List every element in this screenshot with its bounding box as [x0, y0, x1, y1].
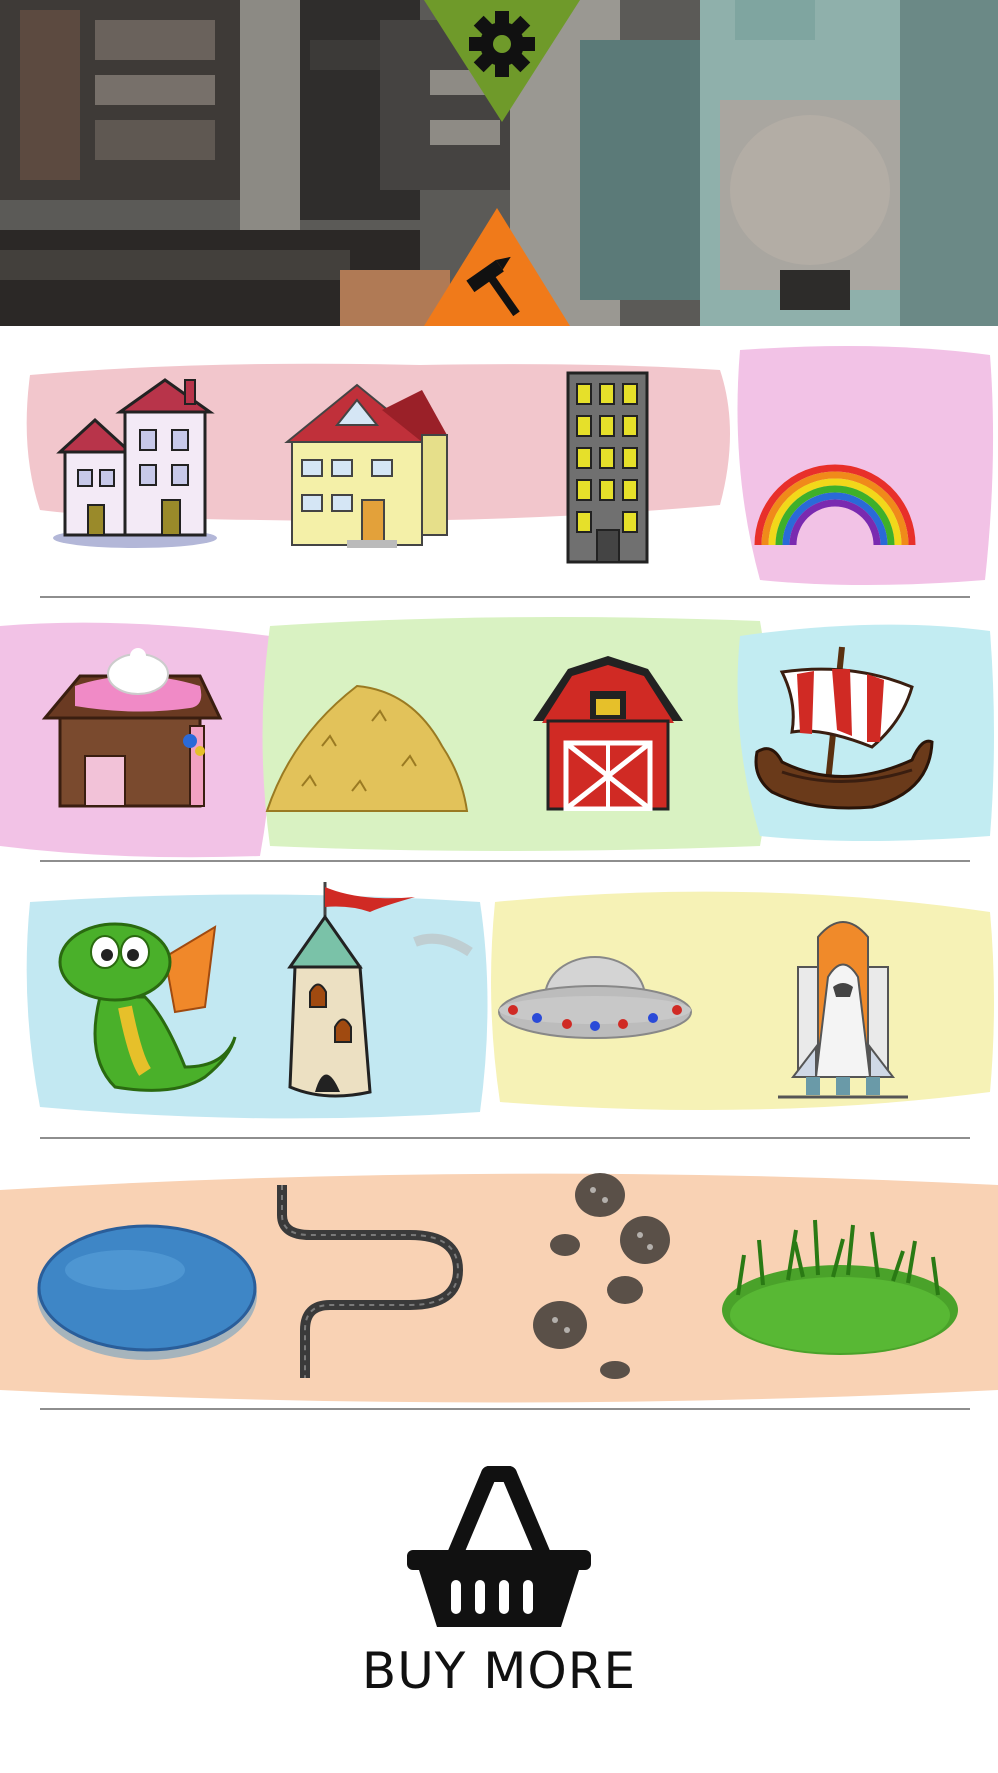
settings-button[interactable]	[424, 0, 580, 122]
dragon-icon	[58, 922, 237, 1092]
row-divider-2	[40, 860, 970, 862]
row-divider-4	[40, 1408, 970, 1410]
gingerbread-house-icon	[41, 648, 223, 808]
rainbow-icon	[754, 464, 916, 546]
ufo-icon	[498, 956, 692, 1039]
road-icon	[277, 1185, 464, 1378]
rainbow-item[interactable]	[750, 410, 920, 550]
grass-icon	[722, 1219, 958, 1355]
buy-more-button[interactable]: BUY MORE	[349, 1462, 649, 1712]
palette-row-1	[0, 340, 998, 600]
gingerbread-house-item[interactable]	[40, 646, 225, 821]
aerial-map-view[interactable]	[0, 0, 998, 326]
palette-row-2	[0, 606, 998, 866]
hammer-icon	[424, 208, 570, 326]
build-button[interactable]	[424, 208, 570, 326]
road-item[interactable]	[270, 1180, 470, 1380]
viking-ship-item[interactable]	[752, 642, 937, 817]
castle-tower-item[interactable]	[280, 877, 420, 1102]
row-divider-3	[40, 1137, 970, 1139]
row-divider-1	[40, 596, 970, 598]
barn-icon	[533, 656, 683, 811]
haystack-icon	[265, 684, 469, 812]
palette-row-4	[0, 1150, 998, 1420]
basket-icon	[407, 1466, 591, 1627]
grass-item[interactable]	[718, 1215, 963, 1360]
footprints-icon	[533, 1173, 670, 1379]
gear-icon	[424, 0, 580, 122]
footprints-item[interactable]	[525, 1165, 675, 1385]
space-shuttle-item[interactable]	[778, 907, 908, 1102]
villa-icon	[284, 383, 448, 548]
space-shuttle-icon	[778, 921, 908, 1099]
skyscraper-icon	[566, 371, 649, 564]
barn-item[interactable]	[528, 651, 688, 811]
skyscraper-item[interactable]	[565, 370, 650, 565]
pond-item[interactable]	[35, 1210, 260, 1365]
pond-icon	[37, 1224, 257, 1360]
palette-row-3	[0, 872, 998, 1134]
villa-item[interactable]	[272, 380, 452, 555]
dragon-item[interactable]	[45, 907, 240, 1097]
castle-tower-icon	[287, 882, 415, 1098]
ufo-item[interactable]	[495, 952, 695, 1052]
houses-item[interactable]	[50, 370, 220, 550]
viking-ship-icon	[754, 646, 934, 810]
haystack-item[interactable]	[262, 666, 472, 816]
buy-more-label: BUY MORE	[361, 1642, 637, 1700]
houses-icon	[53, 378, 217, 548]
